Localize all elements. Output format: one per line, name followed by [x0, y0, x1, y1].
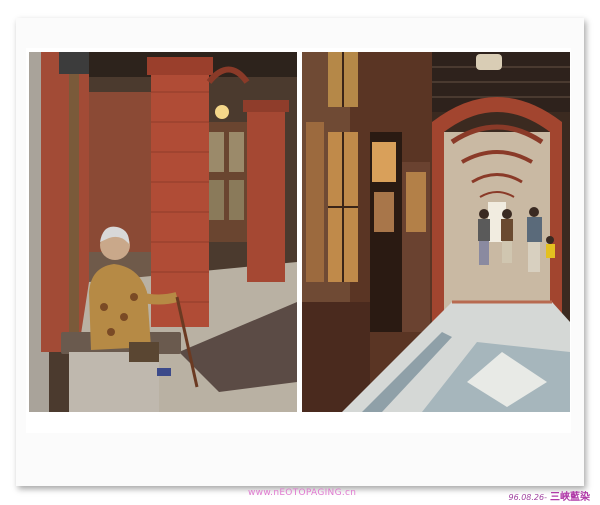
caption-place: 三峽藍染	[550, 492, 590, 503]
right-photo-scene	[302, 52, 570, 412]
site-watermark: www.nEOTOPAGING.cn	[248, 488, 357, 498]
photo-caption: 96.08.26- 三峽藍染	[508, 488, 590, 503]
left-photo-scene	[29, 52, 297, 412]
caption-date: 96.08.26-	[508, 493, 547, 502]
left-photo	[29, 52, 297, 412]
right-photo	[302, 52, 570, 412]
